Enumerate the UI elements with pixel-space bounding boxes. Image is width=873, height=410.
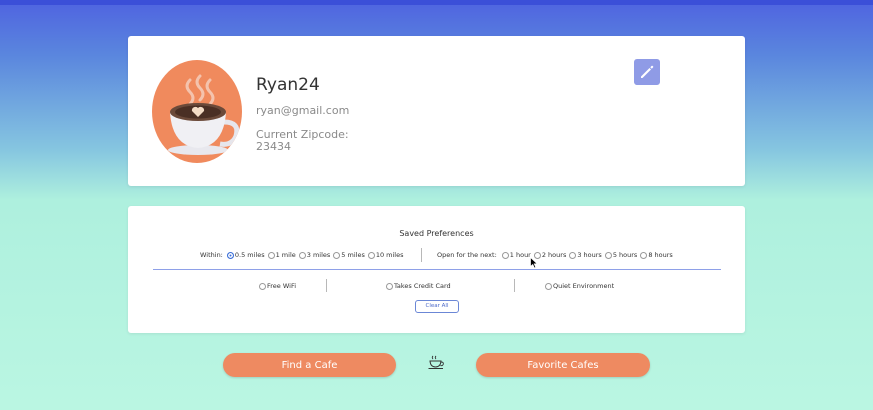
radio[interactable] (604, 251, 612, 259)
coffee-cup-icon (428, 355, 444, 369)
divider (326, 279, 327, 292)
zipcode-value: 23434 (256, 140, 291, 153)
hours-row: Open for the next: 1 hour 2 hours 3 hour… (437, 251, 674, 259)
profile-username: Ryan24 (256, 75, 320, 95)
radio[interactable] (298, 251, 306, 259)
distance-option-1[interactable]: 1 mile (266, 251, 296, 259)
top-bar (0, 0, 873, 5)
amenity-credit-card[interactable]: Takes Credit Card (384, 282, 451, 290)
radio[interactable] (367, 251, 375, 259)
amenity-wifi[interactable]: Free WiFi (257, 282, 296, 290)
distance-row: Within: 0.5 miles 1 mile 3 miles 5 miles… (200, 251, 405, 259)
edit-profile-button[interactable] (634, 59, 660, 85)
radio[interactable] (640, 251, 648, 259)
preferences-card: Saved Preferences Within: 0.5 miles 1 mi… (128, 206, 745, 333)
radio[interactable] (545, 282, 552, 290)
divider (421, 248, 422, 262)
pencil-icon (641, 65, 654, 78)
distance-option-3[interactable]: 5 miles (331, 251, 365, 259)
preferences-title: Saved Preferences (399, 229, 474, 238)
radio-selected[interactable] (226, 251, 234, 259)
radio[interactable] (259, 282, 266, 290)
radio[interactable] (267, 251, 275, 259)
preferences-divider-line (153, 269, 721, 270)
radio[interactable] (569, 251, 577, 259)
radio[interactable] (333, 251, 341, 259)
coffee-cup-avatar-icon (152, 60, 242, 163)
clear-all-button[interactable]: Clear All (415, 300, 459, 313)
hours-option-0[interactable]: 1 hour (500, 251, 531, 259)
hours-option-2[interactable]: 3 hours (567, 251, 602, 259)
mouse-cursor-icon (530, 257, 538, 269)
distance-option-0[interactable]: 0.5 miles (225, 251, 265, 259)
radio[interactable] (386, 282, 393, 290)
distance-option-4[interactable]: 10 miles (366, 251, 404, 259)
divider (514, 279, 515, 292)
distance-option-2[interactable]: 3 miles (297, 251, 330, 259)
hours-option-4[interactable]: 8 hours (638, 251, 673, 259)
favorite-cafes-button[interactable]: Favorite Cafes (476, 353, 650, 377)
radio[interactable] (501, 251, 509, 259)
profile-card: Ryan24 ryan@gmail.com Current Zipcode: 2… (128, 36, 745, 186)
find-cafe-button[interactable]: Find a Cafe (223, 353, 396, 377)
profile-email: ryan@gmail.com (256, 104, 350, 117)
amenity-quiet[interactable]: Quiet Environment (543, 282, 614, 290)
hours-option-3[interactable]: 5 hours (603, 251, 637, 259)
within-label: Within: (200, 251, 223, 259)
open-label: Open for the next: (437, 251, 497, 259)
